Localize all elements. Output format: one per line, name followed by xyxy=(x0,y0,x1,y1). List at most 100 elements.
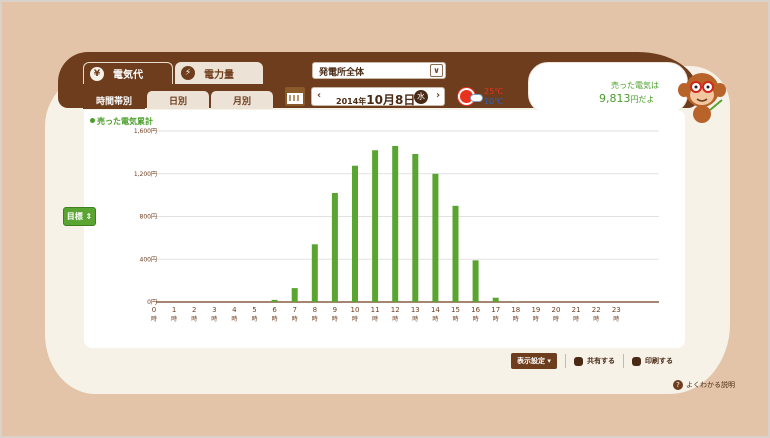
sold-summary-bubble: 売った電気は 9,813円だよ xyxy=(528,62,688,114)
x-tick-unit: 時 xyxy=(392,315,398,323)
bar xyxy=(392,145,399,302)
x-tick-label: 3 xyxy=(212,306,216,314)
y-tick-label: 0円 xyxy=(147,299,157,306)
x-tick-label: 21 xyxy=(572,306,581,314)
bar xyxy=(331,192,338,302)
lightning-icon: ⚡ xyxy=(181,66,195,80)
x-tick-unit: 時 xyxy=(613,315,619,323)
x-tick-label: 1 xyxy=(172,306,176,314)
display-settings-button[interactable]: 表示設定 ▾ xyxy=(511,353,557,369)
x-tick-label: 7 xyxy=(292,306,296,314)
x-tick-label: 19 xyxy=(531,306,540,314)
x-tick-label: 23 xyxy=(612,306,621,314)
x-tick-unit: 時 xyxy=(332,315,338,323)
x-tick-unit: 時 xyxy=(372,315,378,323)
sun-cloud-icon: 25℃ 10℃ xyxy=(458,86,506,108)
calendar-icon[interactable] xyxy=(285,87,305,106)
temperature-high: 25℃ xyxy=(484,87,504,96)
x-tick-unit: 時 xyxy=(573,315,579,323)
x-tick-label: 5 xyxy=(252,306,256,314)
sold-amount: 9,813 xyxy=(599,92,631,105)
x-tick-label: 13 xyxy=(411,306,420,314)
x-tick-unit: 時 xyxy=(493,315,499,323)
x-tick-unit: 時 xyxy=(312,315,318,323)
y-tick-label: 1,600円 xyxy=(134,128,157,135)
tab-label: 電力量 xyxy=(204,69,234,81)
printer-icon xyxy=(631,356,641,366)
tab-electricity-amount[interactable]: ⚡ 電力量 xyxy=(175,62,263,84)
x-tick-label: 2 xyxy=(192,306,196,314)
x-tick-unit: 時 xyxy=(452,315,458,323)
x-tick-label: 10 xyxy=(351,306,360,314)
chevron-down-icon: ∨ xyxy=(430,64,443,77)
plant-scope-select[interactable]: 発電所全体 ∨ xyxy=(312,62,446,79)
x-tick-unit: 時 xyxy=(171,315,177,323)
next-day-button[interactable]: › xyxy=(436,90,440,101)
x-tick-unit: 時 xyxy=(513,315,519,323)
x-tick-unit: 時 xyxy=(191,315,197,323)
x-tick-unit: 時 xyxy=(231,315,237,323)
x-tick-label: 20 xyxy=(552,306,561,314)
temperature-low: 10℃ xyxy=(484,97,504,106)
subtab-daily[interactable]: 日別 xyxy=(147,91,209,109)
x-tick-unit: 時 xyxy=(272,315,278,323)
current-date: 2014年10月8日 xyxy=(336,91,415,108)
x-tick-label: 22 xyxy=(592,306,601,314)
help-label: よくわかる説明 xyxy=(686,381,735,389)
x-tick-label: 0 xyxy=(152,306,156,314)
x-tick-label: 4 xyxy=(232,306,237,314)
select-value: 発電所全体 xyxy=(319,68,365,78)
x-tick-unit: 時 xyxy=(553,315,559,323)
x-tick-unit: 時 xyxy=(352,315,358,323)
bar xyxy=(472,260,479,302)
cloud-icon xyxy=(470,94,483,102)
x-tick-label: 9 xyxy=(333,306,337,314)
date-year: 2014年 xyxy=(336,97,367,106)
yen-icon: ¥ xyxy=(90,66,104,81)
hourly-sales-chart: 0円400円800円1,200円1,600円0時1時2時3時4時5時6時7時8時… xyxy=(134,128,659,323)
x-tick-unit: 時 xyxy=(151,315,157,323)
speech-bubble-icon xyxy=(573,356,583,366)
date-navigator: ‹ 2014年10月8日 水 › xyxy=(311,87,445,108)
x-tick-label: 8 xyxy=(313,306,317,314)
x-tick-label: 6 xyxy=(272,306,277,314)
x-tick-label: 18 xyxy=(511,306,520,314)
share-button[interactable]: 共有する xyxy=(573,356,615,366)
sold-unit: 円だよ xyxy=(630,95,655,104)
prev-day-button[interactable]: ‹ xyxy=(317,90,321,101)
weekday-badge: 水 xyxy=(414,90,428,104)
x-tick-unit: 時 xyxy=(211,315,217,323)
print-label: 印刷する xyxy=(644,357,673,365)
bar xyxy=(271,299,278,302)
subtab-hourly[interactable]: 時間帯別 xyxy=(83,91,145,109)
x-tick-unit: 時 xyxy=(251,315,257,323)
divider xyxy=(564,354,566,368)
bar xyxy=(412,153,419,302)
sold-value: 9,813円だよ xyxy=(599,92,655,105)
date-day: 10月8日 xyxy=(366,93,416,107)
bar xyxy=(432,173,439,302)
bar xyxy=(372,150,379,302)
tab-label: 電気代 xyxy=(113,70,143,81)
bar xyxy=(452,205,459,302)
x-tick-unit: 時 xyxy=(473,315,479,323)
print-button[interactable]: 印刷する xyxy=(631,356,673,366)
bar xyxy=(492,297,499,302)
x-tick-label: 15 xyxy=(451,306,460,314)
x-tick-label: 16 xyxy=(471,306,480,314)
x-tick-unit: 時 xyxy=(412,315,418,323)
share-label: 共有する xyxy=(586,357,615,365)
x-tick-label: 17 xyxy=(491,306,500,314)
tab-electricity-cost[interactable]: ¥ 電気代 xyxy=(83,62,173,84)
x-tick-label: 12 xyxy=(391,306,400,314)
x-tick-unit: 時 xyxy=(432,315,438,323)
x-tick-unit: 時 xyxy=(593,315,599,323)
subtab-monthly[interactable]: 月別 xyxy=(211,91,273,109)
x-tick-label: 11 xyxy=(371,306,380,314)
question-icon: ? xyxy=(673,380,683,390)
bar xyxy=(311,244,318,302)
chart-actions: 表示設定 ▾ 共有する 印刷する xyxy=(505,352,673,370)
x-tick-unit: 時 xyxy=(533,315,539,323)
help-link[interactable]: ? よくわかる説明 xyxy=(673,380,735,390)
bar xyxy=(352,165,358,302)
